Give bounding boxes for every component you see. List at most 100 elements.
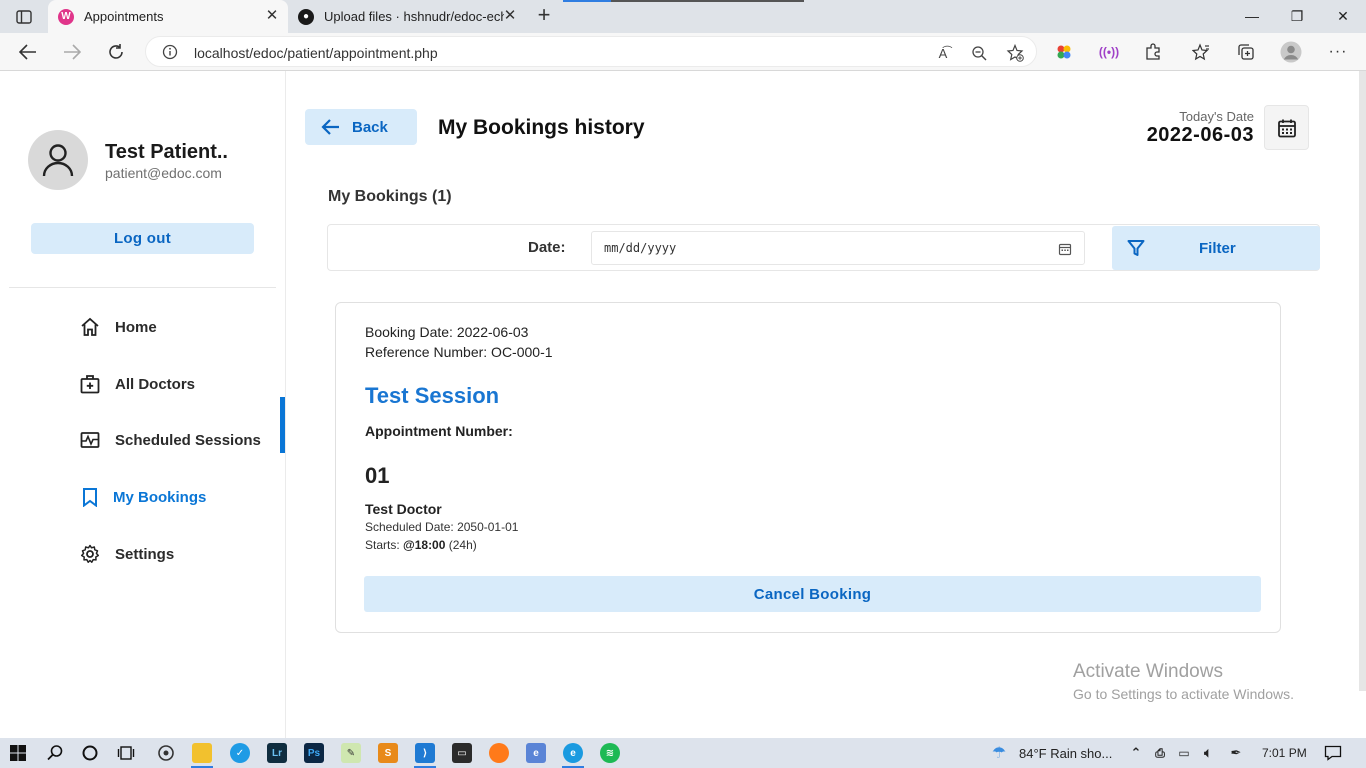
task-view-icon[interactable] bbox=[116, 743, 136, 763]
logout-button[interactable]: Log out bbox=[31, 223, 254, 254]
today-date-label: Today's Date bbox=[1179, 109, 1254, 124]
filter-button[interactable]: Filter bbox=[1112, 226, 1320, 270]
home-icon bbox=[79, 316, 101, 338]
bookmark-icon bbox=[79, 486, 101, 508]
windows-start-icon[interactable] bbox=[8, 743, 28, 763]
read-aloud-icon[interactable]: A͡ bbox=[933, 43, 953, 63]
sublime-text-icon[interactable]: S bbox=[378, 743, 398, 763]
photoshop-icon[interactable]: Ps bbox=[304, 743, 324, 763]
url-field[interactable]: localhost/edoc/patient/appointment.php A… bbox=[145, 36, 1037, 67]
sidebar-item-label: Home bbox=[115, 318, 157, 336]
sidebar-item-label: Scheduled Sessions bbox=[115, 431, 261, 449]
refresh-icon[interactable] bbox=[104, 40, 128, 64]
minimize-icon[interactable]: — bbox=[1237, 5, 1267, 27]
terminal-icon[interactable]: ▭ bbox=[452, 743, 472, 763]
add-favorite-icon[interactable] bbox=[1005, 43, 1025, 63]
vscode-icon[interactable]: ⟩ bbox=[415, 743, 435, 763]
sidebar-item-scheduled-sessions[interactable]: Scheduled Sessions bbox=[0, 420, 286, 460]
firefox-icon[interactable] bbox=[489, 743, 509, 763]
pen-icon[interactable]: ✒ bbox=[1226, 743, 1246, 763]
tab-actions-icon[interactable] bbox=[10, 6, 38, 28]
date-input[interactable]: mm/dd/yyyy bbox=[591, 231, 1085, 265]
volume-icon[interactable]: 🔈︎ bbox=[1198, 743, 1218, 763]
tab-title: Upload files · hshnudr/edoc-echa bbox=[324, 9, 504, 24]
calendar-button[interactable] bbox=[1264, 105, 1309, 150]
back-button[interactable]: Back bbox=[305, 109, 417, 145]
url-text: localhost/edoc/patient/appointment.php bbox=[194, 45, 438, 61]
sidebar-divider bbox=[9, 287, 276, 288]
favorites-icon[interactable] bbox=[1190, 41, 1212, 63]
start-time: Starts: @18:00 (24h) bbox=[365, 538, 477, 552]
tab-title: Appointments bbox=[84, 9, 164, 24]
active-menu-indicator bbox=[280, 397, 285, 453]
notifications-icon[interactable] bbox=[1323, 743, 1343, 763]
sidebar-item-all-doctors[interactable]: All Doctors bbox=[0, 364, 286, 404]
browser-tab-bar: W Appointments ✕ ● Upload files · hshnud… bbox=[0, 0, 1366, 33]
collections-icon[interactable] bbox=[1235, 41, 1257, 63]
file-explorer-icon[interactable] bbox=[192, 743, 212, 763]
restore-icon[interactable]: ❐ bbox=[1282, 5, 1312, 27]
lightroom-icon[interactable]: Lr bbox=[267, 743, 287, 763]
extension-broadcast-icon[interactable]: ((•)) bbox=[1098, 41, 1120, 63]
sidebar-item-my-bookings[interactable]: My Bookings bbox=[0, 477, 286, 517]
pulse-icon bbox=[79, 429, 101, 451]
doctor-name: Test Doctor bbox=[365, 501, 442, 517]
edge-icon[interactable]: e bbox=[563, 743, 583, 763]
appointment-number: 01 bbox=[365, 463, 390, 488]
arrow-left-icon bbox=[321, 119, 339, 135]
meet-now-icon[interactable]: ⎙ bbox=[1150, 743, 1170, 763]
sidebar-item-label: Settings bbox=[115, 545, 175, 563]
close-tab-icon[interactable]: ✕ bbox=[264, 8, 280, 24]
start-suffix: (24h) bbox=[445, 538, 477, 552]
site-info-icon[interactable] bbox=[162, 44, 178, 60]
filter-label: Filter bbox=[1199, 240, 1236, 257]
extensions-puzzle-icon[interactable] bbox=[1142, 41, 1164, 63]
weather-text[interactable]: 84°F Rain sho... bbox=[1019, 746, 1112, 761]
extension-colorful-icon[interactable] bbox=[1053, 41, 1075, 63]
app-blue-icon[interactable]: e bbox=[526, 743, 546, 763]
booking-date: Booking Date: 2022-06-03 bbox=[365, 324, 529, 340]
chevron-up-icon[interactable]: ⌃ bbox=[1126, 743, 1146, 763]
clock-time[interactable]: 7:01 PM bbox=[1262, 746, 1307, 760]
forward-nav-icon[interactable] bbox=[60, 40, 84, 64]
sidebar-item-settings[interactable]: Settings bbox=[0, 534, 286, 574]
scrollbar[interactable] bbox=[1359, 71, 1366, 691]
close-window-icon[interactable]: ✕ bbox=[1328, 5, 1358, 27]
browser-tab-upload-files[interactable]: ● Upload files · hshnudr/edoc-echa ✕ bbox=[290, 0, 526, 33]
page-title: My Bookings history bbox=[438, 116, 645, 139]
zoom-icon[interactable] bbox=[969, 43, 989, 63]
calendar-icon bbox=[1277, 119, 1296, 137]
browser-tab-appointments[interactable]: W Appointments ✕ bbox=[48, 0, 288, 33]
back-nav-icon[interactable] bbox=[16, 40, 40, 64]
app-circle-icon[interactable] bbox=[156, 743, 176, 763]
back-label: Back bbox=[352, 119, 388, 136]
medical-bag-icon bbox=[79, 373, 101, 395]
date-picker-icon[interactable] bbox=[1058, 242, 1072, 256]
cortana-icon[interactable] bbox=[80, 743, 100, 763]
main-content: Back My Bookings history Today's Date 20… bbox=[286, 71, 1366, 738]
app-check-icon[interactable]: ✓ bbox=[230, 743, 250, 763]
tab-divider bbox=[611, 0, 804, 2]
network-icon[interactable]: ▭ bbox=[1174, 743, 1194, 763]
sidebar-item-label: My Bookings bbox=[113, 488, 207, 506]
search-icon[interactable] bbox=[45, 743, 65, 763]
avatar bbox=[28, 130, 88, 190]
close-tab-icon[interactable]: ✕ bbox=[502, 8, 518, 24]
start-prefix: Starts: bbox=[365, 538, 404, 552]
date-placeholder: mm/dd/yyyy bbox=[604, 241, 677, 255]
sidebar-item-label: All Doctors bbox=[115, 375, 196, 393]
weather-icon[interactable]: ☂ bbox=[989, 743, 1009, 763]
booking-card: Booking Date: 2022-06-03 Reference Numbe… bbox=[335, 302, 1281, 633]
appointment-number-label: Appointment Number: bbox=[365, 423, 513, 439]
cancel-booking-button[interactable]: Cancel Booking bbox=[364, 576, 1261, 612]
watermark-subtitle: Go to Settings to activate Windows. bbox=[1073, 686, 1294, 702]
bookings-count: My Bookings (1) bbox=[328, 188, 452, 205]
profile-avatar-icon[interactable] bbox=[1280, 41, 1302, 63]
notepad-icon[interactable]: ✎ bbox=[341, 743, 361, 763]
user-icon bbox=[42, 144, 74, 177]
sidebar-item-home[interactable]: Home bbox=[0, 307, 286, 347]
new-tab-icon[interactable]: + bbox=[532, 4, 556, 28]
spotify-icon[interactable]: ≋ bbox=[600, 743, 620, 763]
sidebar: Test Patient.. patient@edoc.com Log out … bbox=[0, 71, 286, 738]
more-options-icon[interactable]: ··· bbox=[1327, 41, 1349, 63]
